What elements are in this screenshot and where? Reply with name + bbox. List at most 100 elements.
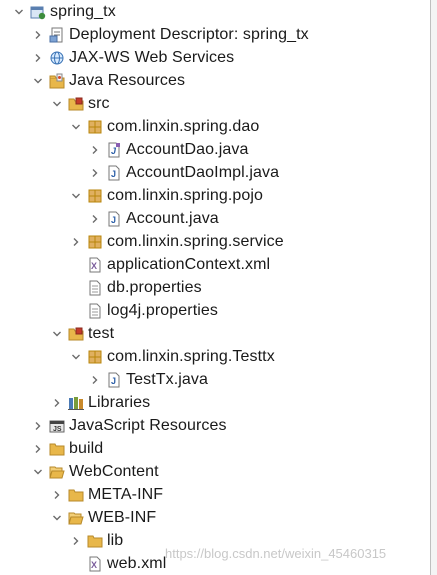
- tree-item-label: build: [69, 439, 104, 457]
- web-services-icon: [49, 50, 65, 66]
- tree-item-file-account-java[interactable]: J Account.java: [0, 207, 430, 230]
- toggle-placeholder: [69, 299, 83, 322]
- chevron-right-icon[interactable]: [88, 207, 102, 230]
- source-folder-icon: [68, 326, 84, 342]
- svg-text:JS: JS: [53, 426, 62, 433]
- tree-item-label: com.linxin.spring.service: [107, 232, 284, 250]
- tree-item-label: TestTx.java: [126, 370, 209, 388]
- chevron-right-icon[interactable]: [50, 483, 64, 506]
- tree-item-src-folder[interactable]: src: [0, 92, 430, 115]
- java-resources-icon: [49, 73, 65, 89]
- tree-item-label: spring_tx: [50, 2, 116, 20]
- chevron-down-icon[interactable]: [69, 184, 83, 207]
- folder-icon: [87, 533, 103, 549]
- tree-item-label: log4j.properties: [107, 301, 218, 319]
- tree-item-label: db.properties: [107, 278, 202, 296]
- tree-item-deployment-descriptor[interactable]: Deployment Descriptor: spring_tx: [0, 23, 430, 46]
- package-icon: [87, 119, 103, 135]
- web-project-icon: [30, 4, 46, 20]
- tree-item-label: com.linxin.spring.pojo: [107, 186, 264, 204]
- tree-item-label: AccountDaoImpl.java: [126, 163, 280, 181]
- text-file-icon: [87, 280, 103, 296]
- text-file-icon: [87, 303, 103, 319]
- chevron-down-icon[interactable]: [50, 92, 64, 115]
- tree-item-javascript-resources[interactable]: JS JavaScript Resources: [0, 414, 430, 437]
- tree-item-test-folder[interactable]: test: [0, 322, 430, 345]
- javascript-resources-icon: JS: [49, 418, 65, 434]
- chevron-right-icon[interactable]: [50, 391, 64, 414]
- tree-item-java-resources[interactable]: Java Resources: [0, 69, 430, 92]
- deployment-descriptor-icon: [49, 27, 65, 43]
- tree-item-web-inf-folder[interactable]: WEB-INF: [0, 506, 430, 529]
- tree-item-label: WebContent: [69, 462, 159, 480]
- xml-file-icon: X: [87, 257, 103, 273]
- tree-item-label: Java Resources: [69, 71, 186, 89]
- tree-item-project-spring-tx[interactable]: spring_tx: [0, 0, 430, 23]
- tree-item-file-accountdaoimpl-java[interactable]: J AccountDaoImpl.java: [0, 161, 430, 184]
- chevron-right-icon[interactable]: [69, 230, 83, 253]
- tree-item-label: lib: [107, 531, 124, 549]
- chevron-down-icon[interactable]: [31, 460, 45, 483]
- tree-item-label: Libraries: [88, 393, 151, 411]
- tree-item-label: Account.java: [126, 209, 219, 227]
- tree-item-file-accountdao-java[interactable]: J AccountDao.java: [0, 138, 430, 161]
- chevron-right-icon[interactable]: [31, 23, 45, 46]
- package-icon: [87, 234, 103, 250]
- java-file-icon: J: [106, 211, 122, 227]
- svg-text:X: X: [91, 560, 97, 570]
- project-explorer-tree: spring_tx Deployment Descriptor: spring_t…: [0, 0, 430, 575]
- folder-icon: [49, 441, 65, 457]
- chevron-down-icon[interactable]: [69, 115, 83, 138]
- tree-item-label: web.xml: [107, 554, 167, 572]
- java-file-icon: J: [106, 372, 122, 388]
- folder-open-icon: [68, 510, 84, 526]
- tree-item-package-pojo[interactable]: com.linxin.spring.pojo: [0, 184, 430, 207]
- tree-item-file-applicationcontext-xml[interactable]: XapplicationContext.xml: [0, 253, 430, 276]
- toggle-placeholder: [69, 276, 83, 299]
- chevron-right-icon[interactable]: [69, 529, 83, 552]
- chevron-down-icon[interactable]: [50, 322, 64, 345]
- chevron-right-icon[interactable]: [88, 161, 102, 184]
- tree-item-label: com.linxin.spring.Testtx: [107, 347, 275, 365]
- svg-text:J: J: [111, 215, 116, 225]
- tree-item-file-testtx-java[interactable]: J TestTx.java: [0, 368, 430, 391]
- tree-item-jax-ws-web-services[interactable]: JAX-WS Web Services: [0, 46, 430, 69]
- tree-item-label: JavaScript Resources: [69, 416, 227, 434]
- chevron-right-icon[interactable]: [31, 414, 45, 437]
- chevron-down-icon[interactable]: [31, 69, 45, 92]
- watermark-text: https://blog.csdn.net/weixin_45460315: [165, 546, 387, 561]
- tree-item-build-folder[interactable]: build: [0, 437, 430, 460]
- tree-item-label: META-INF: [88, 485, 164, 503]
- tree-item-file-log4j-properties[interactable]: log4j.properties: [0, 299, 430, 322]
- svg-text:J: J: [111, 169, 116, 179]
- tree-item-label: WEB-INF: [88, 508, 157, 526]
- tree-item-package-testtx[interactable]: com.linxin.spring.Testtx: [0, 345, 430, 368]
- svg-text:J: J: [111, 376, 116, 386]
- tree-item-label: test: [88, 324, 115, 342]
- tree-item-label: Deployment Descriptor: spring_tx: [69, 25, 309, 43]
- chevron-right-icon[interactable]: [31, 437, 45, 460]
- chevron-down-icon[interactable]: [50, 506, 64, 529]
- tree-item-package-dao[interactable]: com.linxin.spring.dao: [0, 115, 430, 138]
- libraries-icon: [68, 395, 84, 411]
- chevron-right-icon[interactable]: [88, 138, 102, 161]
- tree-item-label: JAX-WS Web Services: [69, 48, 235, 66]
- chevron-right-icon[interactable]: [31, 46, 45, 69]
- tree-item-label: AccountDao.java: [126, 140, 249, 158]
- package-icon: [87, 188, 103, 204]
- chevron-down-icon[interactable]: [69, 345, 83, 368]
- tree-item-libraries[interactable]: Libraries: [0, 391, 430, 414]
- vertical-scrollbar[interactable]: [431, 0, 437, 575]
- xml-file-icon: X: [87, 556, 103, 572]
- tree-item-file-db-properties[interactable]: db.properties: [0, 276, 430, 299]
- folder-icon: [68, 487, 84, 503]
- tree-item-meta-inf-folder[interactable]: META-INF: [0, 483, 430, 506]
- chevron-right-icon[interactable]: [88, 368, 102, 391]
- chevron-down-icon[interactable]: [12, 0, 26, 23]
- tree-item-package-service[interactable]: com.linxin.spring.service: [0, 230, 430, 253]
- tree-item-webcontent-folder[interactable]: WebContent: [0, 460, 430, 483]
- toggle-placeholder: [69, 552, 83, 575]
- java-file-icon: J: [106, 165, 122, 181]
- tree-item-label: src: [88, 94, 110, 112]
- svg-text:X: X: [91, 261, 97, 271]
